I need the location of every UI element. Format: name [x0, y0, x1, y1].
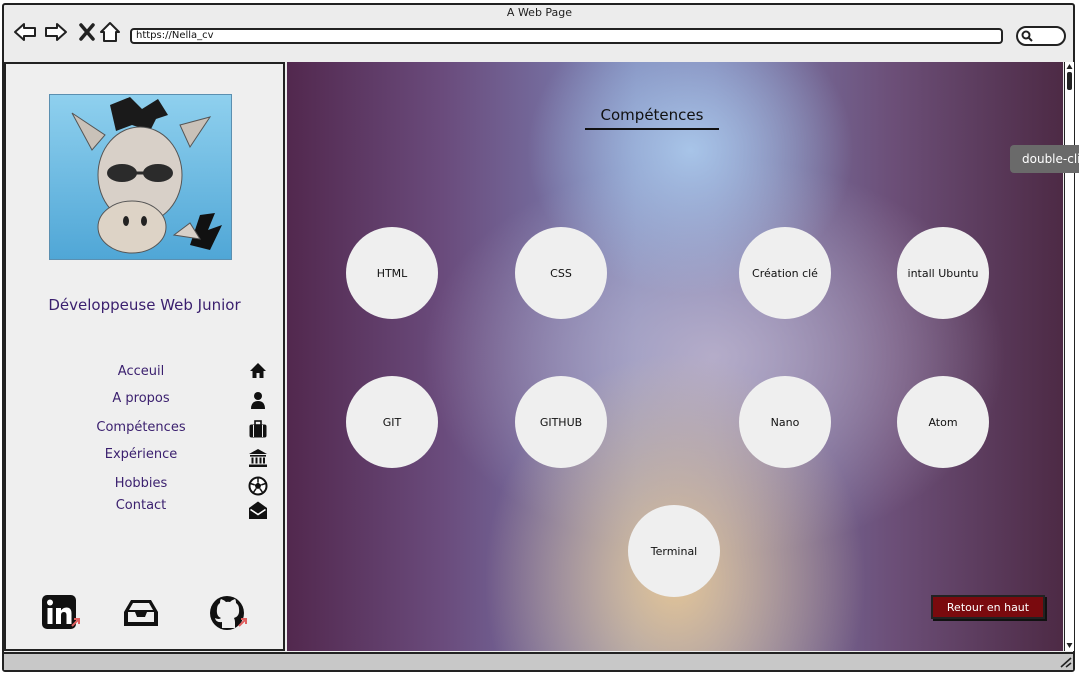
skill-circle: GITHUB	[515, 376, 607, 468]
close-icon[interactable]	[75, 20, 99, 44]
profile-role: Développeuse Web Junior	[48, 296, 241, 314]
search-icon	[1021, 30, 1033, 42]
back-arrow-icon[interactable]	[13, 20, 37, 44]
inbox-icon[interactable]	[122, 594, 162, 634]
home-icon[interactable]	[248, 361, 268, 381]
skill-circle: Création clé	[739, 227, 831, 319]
skill-circle: HTML	[346, 227, 438, 319]
scroll-thumb[interactable]	[1067, 72, 1072, 90]
github-icon[interactable]	[208, 594, 248, 634]
back-to-top-button[interactable]: Retour en haut	[931, 595, 1045, 619]
home-nav-icon[interactable]	[98, 20, 122, 44]
sidebar: Développeuse Web Junior Acceuil A propos…	[4, 62, 285, 651]
envelope-icon[interactable]	[248, 500, 268, 520]
status-bar	[4, 652, 1073, 670]
avatar	[49, 94, 232, 260]
skill-circle: intall Ubuntu	[897, 227, 989, 319]
skill-circle: Terminal	[628, 505, 720, 597]
briefcase-icon[interactable]	[248, 419, 268, 439]
menu-item-competences[interactable]: Compétences	[76, 420, 206, 435]
resize-grip-icon[interactable]	[1059, 656, 1073, 668]
menu-item-hobbies[interactable]: Hobbies	[76, 476, 206, 491]
browser-search[interactable]	[1016, 26, 1066, 46]
window-title: A Web Page	[506, 6, 573, 19]
soccer-ball-icon[interactable]	[248, 476, 268, 496]
scroll-up-icon[interactable]	[1065, 62, 1074, 72]
tooltip: double-clic	[1010, 145, 1079, 173]
address-bar[interactable]: https://Nella_cv	[130, 28, 1003, 44]
bank-icon[interactable]	[248, 448, 268, 468]
linkedin-icon[interactable]	[41, 594, 81, 634]
menu-item-acceuil[interactable]: Acceuil	[76, 364, 206, 379]
menu-item-a-propos[interactable]: A propos	[76, 391, 206, 406]
skill-circle: GIT	[346, 376, 438, 468]
scroll-down-icon[interactable]	[1065, 640, 1074, 650]
forward-arrow-icon[interactable]	[44, 20, 68, 44]
skill-circle: CSS	[515, 227, 607, 319]
main-content: Compétences HTML CSS Création clé intall…	[287, 62, 1063, 651]
menu-item-experience[interactable]: Expérience	[76, 447, 206, 462]
user-icon[interactable]	[248, 390, 268, 410]
menu-item-contact[interactable]: Contact	[76, 498, 206, 513]
section-title: Compétences	[585, 106, 719, 130]
skill-circle: Nano	[739, 376, 831, 468]
skill-circle: Atom	[897, 376, 989, 468]
